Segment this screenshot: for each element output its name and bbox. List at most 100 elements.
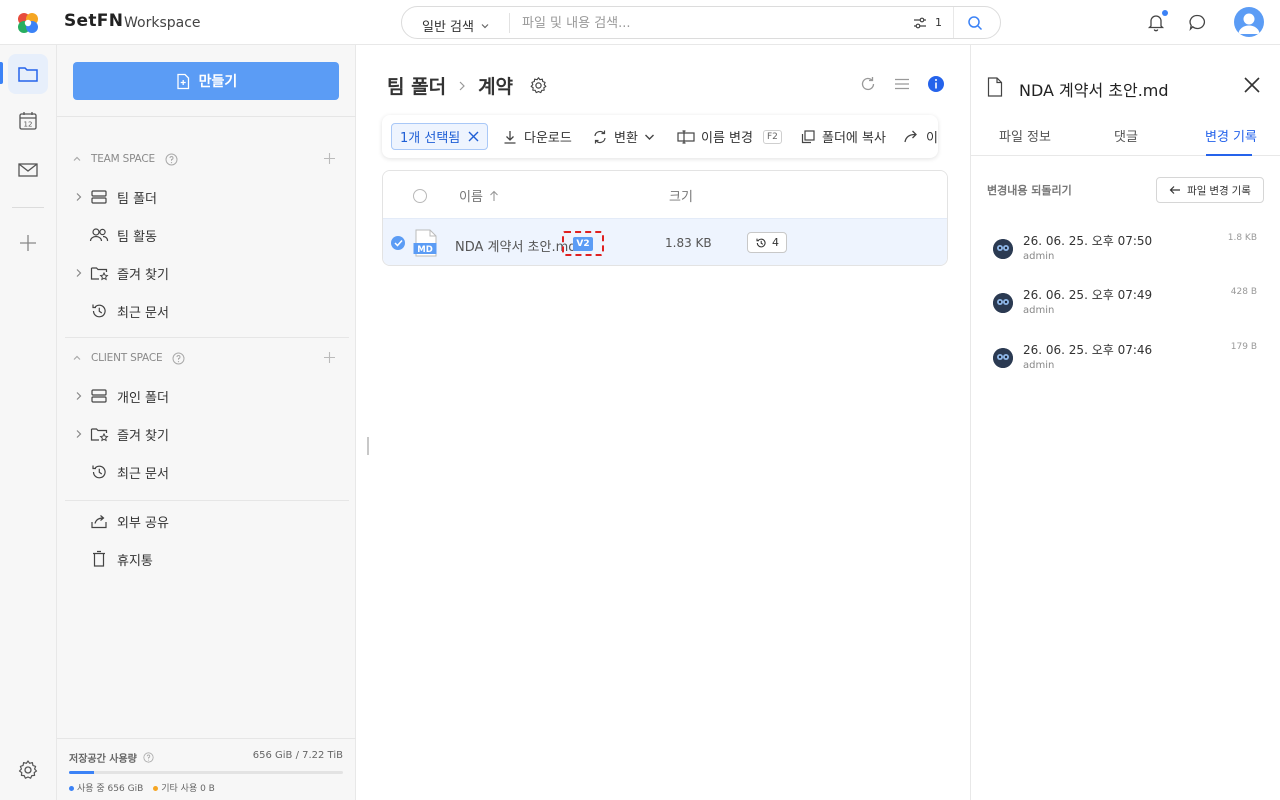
tab-file-info[interactable]: 파일 정보 (999, 126, 1051, 145)
table-row[interactable]: MD NDA 계약서 초안.md V2 1.83 KB 4 (383, 218, 947, 265)
icon-rail: 12 (0, 45, 57, 800)
search-type-label: 일반 검색 (422, 20, 474, 35)
column-size-header[interactable]: 크기 (669, 186, 693, 205)
rename-shortcut: F2 (762, 129, 782, 144)
selection-count: 1개 선택됨 (400, 131, 461, 146)
client-space-header[interactable]: CLIENT SPACE (72, 348, 342, 368)
brand-logo-icon[interactable] (17, 12, 39, 34)
mail-icon (18, 163, 38, 177)
history-entry[interactable]: 26. 06. 25. 오후 07:50 admin 1.8 KB (993, 232, 1263, 272)
rail-mail-button[interactable] (8, 150, 48, 190)
help-icon[interactable] (143, 752, 154, 763)
search-bar: 일반 검색 1 (401, 6, 1001, 39)
sidebar-item-personal-folder[interactable]: 개인 폴더 (73, 381, 333, 411)
history-size: 1.8 KB (1227, 233, 1257, 243)
sort-ascending-icon (490, 190, 498, 201)
sidebar-item-team-recent[interactable]: 최근 문서 (73, 296, 333, 326)
rail-add-button[interactable] (8, 223, 48, 263)
history-entry[interactable]: 26. 06. 25. 오후 07:49 admin 428 B (993, 286, 1263, 326)
folder-icon (18, 67, 38, 82)
top-bar: SetFN Workspace 일반 검색 1 (0, 0, 1280, 45)
add-team-space-icon[interactable] (323, 152, 336, 165)
chat-icon[interactable] (1188, 13, 1207, 32)
chevron-up-icon (73, 156, 81, 161)
sidebar-item-trash[interactable]: 휴지통 (73, 544, 333, 574)
rail-files-button[interactable] (8, 54, 48, 94)
refresh-icon[interactable] (859, 75, 877, 93)
details-panel: NDA 계약서 초안.md 파일 정보 댓글 변경 기록 변경내용 되돌리기 파… (970, 45, 1280, 800)
notification-dot (1162, 10, 1168, 16)
file-icon (987, 77, 1003, 97)
copy-to-folder-button[interactable]: 폴더에 복사 (800, 127, 886, 146)
search-type-dropdown[interactable]: 일반 검색 (422, 16, 490, 35)
divider (57, 116, 356, 117)
history-count-badge[interactable]: 4 (747, 232, 787, 253)
storage-title: 저장공간 사용량 (69, 750, 154, 765)
search-filter-button[interactable]: 1 (913, 16, 942, 29)
tab-comments[interactable]: 댓글 (1114, 126, 1138, 145)
selection-chip[interactable]: 1개 선택됨 (391, 123, 489, 150)
brand-name: SetFN (64, 11, 124, 31)
sidebar-item-team-folder[interactable]: 팀 폴더 (73, 182, 333, 212)
info-icon[interactable] (927, 75, 945, 93)
file-name[interactable]: NDA 계약서 초안.md (455, 236, 577, 255)
sidebar-item-client-favorites[interactable]: 즐겨 찾기 (73, 419, 333, 449)
history-entry[interactable]: 26. 06. 25. 오후 07:46 admin 179 B (993, 341, 1263, 381)
sidebar-item-client-recent[interactable]: 최근 문서 (73, 457, 333, 487)
panel-resize-handle[interactable] (367, 437, 369, 455)
history-date: 26. 06. 25. 오후 07:46 (1023, 343, 1153, 357)
divider (65, 500, 349, 501)
list-view-icon[interactable] (893, 75, 911, 93)
download-button[interactable]: 다운로드 (502, 127, 572, 146)
star-folder-icon (90, 428, 109, 442)
sidebar-item-external-share[interactable]: 외부 공유 (73, 506, 333, 536)
search-input[interactable] (522, 13, 902, 33)
sidebar-item-label: 외부 공유 (117, 515, 169, 531)
version-badge[interactable]: V2 (573, 236, 593, 251)
storage-value: 656 GiB / 7.22 TiB (252, 750, 343, 761)
divider (509, 13, 510, 33)
user-avatar-icon (993, 348, 1013, 368)
user-avatar[interactable] (1234, 7, 1264, 37)
team-space-header[interactable]: TEAM SPACE (72, 149, 342, 169)
rail-calendar-button[interactable]: 12 (8, 101, 48, 141)
version-badge-highlight: V2 (562, 231, 604, 256)
row-checkbox[interactable] (391, 236, 405, 250)
sidebar-item-team-favorites[interactable]: 즐겨 찾기 (73, 258, 333, 288)
sidebar-item-label: 휴지통 (117, 553, 153, 569)
rail-settings-button[interactable] (8, 750, 48, 790)
star-folder-icon (90, 267, 109, 281)
convert-button[interactable]: 변환 (592, 127, 655, 146)
breadcrumb-item[interactable]: 팀 폴더 (387, 72, 446, 99)
avatar (993, 239, 1013, 259)
rename-label: 이름 변경 (701, 131, 753, 146)
convert-icon (594, 130, 606, 143)
history-icon (756, 238, 766, 247)
add-client-space-icon[interactable] (323, 351, 336, 364)
close-icon[interactable] (1243, 76, 1261, 94)
column-name-header[interactable]: 이름 (459, 186, 499, 205)
file-change-history-button[interactable]: 파일 변경 기록 (1156, 177, 1264, 203)
close-icon[interactable] (468, 131, 479, 142)
convert-label: 변환 (614, 131, 638, 146)
trash-icon (93, 550, 105, 567)
folder-settings-icon[interactable] (529, 76, 548, 95)
download-label: 다운로드 (524, 131, 572, 146)
move-button[interactable]: 이동 (903, 127, 938, 146)
new-file-icon (177, 73, 189, 89)
tab-change-history[interactable]: 변경 기록 (1205, 126, 1257, 145)
chevron-right-icon (76, 269, 82, 277)
storage-usage: 저장공간 사용량 656 GiB / 7.22 TiB 사용 중 656 GiB… (57, 738, 356, 800)
help-icon[interactable] (165, 153, 178, 166)
users-icon (89, 228, 109, 242)
create-button[interactable]: 만들기 (73, 62, 339, 100)
select-all-checkbox[interactable] (413, 189, 427, 203)
history-size: 428 B (1230, 287, 1257, 297)
calendar-icon: 12 (19, 112, 37, 130)
sidebar-item-team-activity[interactable]: 팀 활동 (73, 220, 333, 250)
divider (65, 337, 349, 338)
panel-title: NDA 계약서 초안.md (1019, 81, 1169, 100)
search-icon[interactable] (967, 15, 983, 31)
rename-button[interactable]: 이름 변경 F2 (677, 127, 782, 146)
help-icon[interactable] (172, 352, 185, 365)
